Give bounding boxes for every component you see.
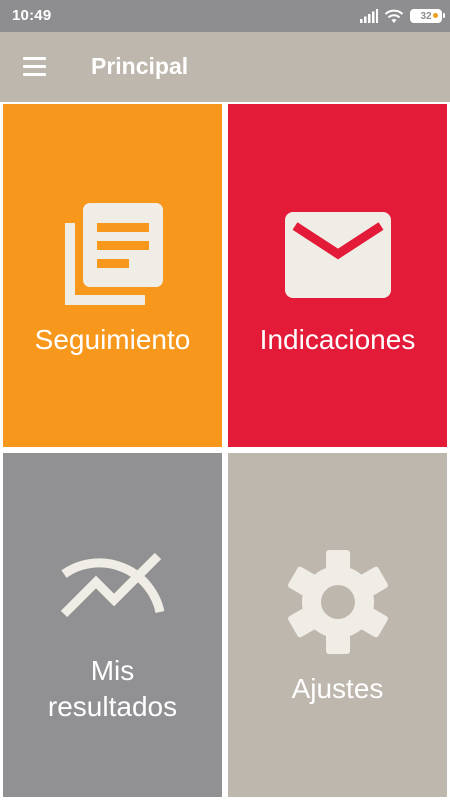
status-time: 10:49 — [12, 7, 52, 24]
battery-level: 32 — [420, 10, 432, 22]
tile-seguimiento[interactable]: Seguimiento — [3, 104, 222, 447]
tile-label-line-1: Mis — [90, 655, 135, 686]
tile-ajustes[interactable]: Ajustes — [228, 453, 447, 797]
menu-button[interactable] — [14, 48, 54, 86]
battery-icon: 32 — [410, 9, 445, 23]
tile-label: Indicaciones — [259, 324, 416, 355]
status-bar: 10:49 32 — [0, 0, 450, 32]
tile-label: Seguimiento — [34, 324, 191, 355]
tile-mis-resultados[interactable]: Mis resultados — [3, 453, 222, 797]
wifi-icon — [384, 9, 404, 23]
page-title: Principal — [91, 53, 189, 79]
gear-icon — [288, 550, 388, 654]
envelope-icon — [285, 212, 391, 298]
tile-indicaciones[interactable]: Indicaciones — [228, 104, 447, 447]
documents-icon — [65, 203, 163, 305]
tile-label-line-2: resultados — [47, 691, 178, 722]
tile-label: Ajustes — [291, 673, 384, 704]
app-bar: Principal — [0, 32, 450, 102]
trending-chart-icon — [60, 552, 165, 618]
status-icons: 32 — [360, 6, 445, 26]
signal-icon — [360, 9, 378, 23]
